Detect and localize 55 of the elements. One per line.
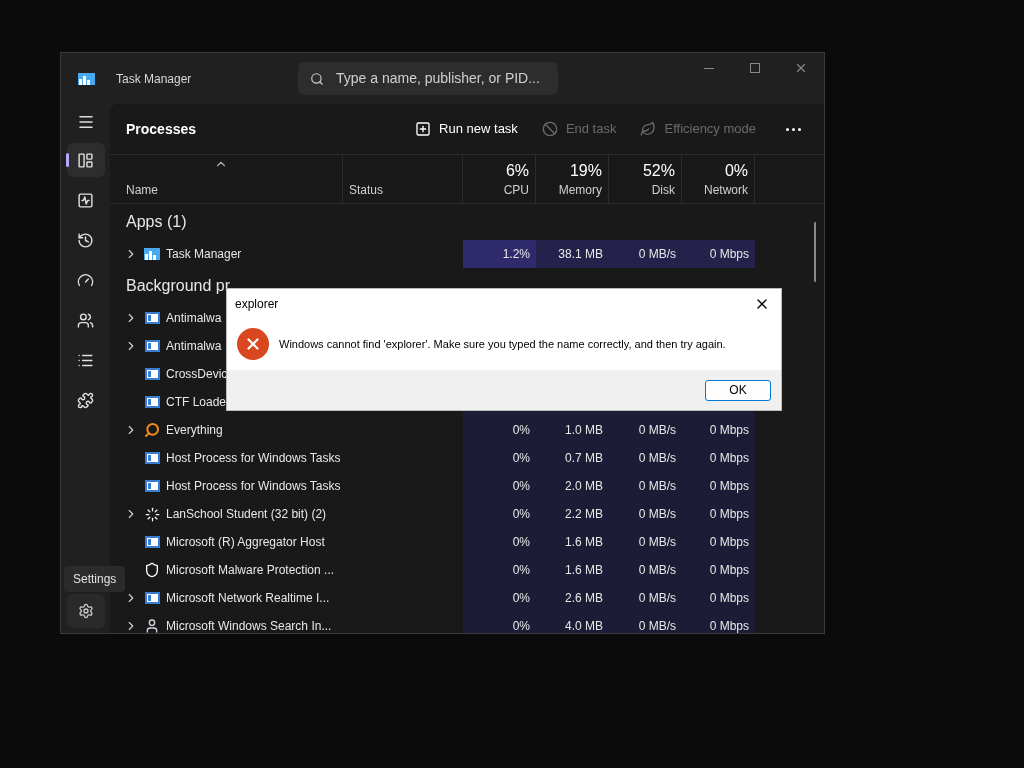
- usage-cell-text: 0%: [512, 618, 530, 633]
- usage-cell-text: 0 MB/s: [638, 450, 676, 467]
- process-name: Antimalwa: [166, 338, 222, 355]
- usage-cell-text: 0%: [512, 590, 530, 607]
- usage-cell-text: 0 MB/s: [638, 534, 676, 551]
- process-name: Task Manager: [166, 246, 242, 263]
- usage-cell-text: 0.7 MB: [565, 450, 603, 467]
- usage-cell-text: 0%: [512, 422, 530, 439]
- group-heading: Apps (1): [126, 212, 187, 232]
- process-name: Host Process for Windows Tasks: [166, 478, 341, 495]
- usage-cell-text: 0%: [512, 534, 530, 551]
- process-name: Everything: [166, 422, 223, 439]
- page-title: Processes: [126, 119, 197, 139]
- process-name: Microsoft Windows Search In...: [166, 618, 332, 633]
- process-name: Antimalwa: [166, 310, 222, 327]
- usage-cell-text: 0 MB/s: [638, 246, 676, 263]
- process-name: Microsoft (R) Aggregator Host: [166, 534, 325, 551]
- usage-cell-text: 0 Mbps: [709, 506, 749, 523]
- usage-cell-text: 0 Mbps: [709, 478, 749, 495]
- usage-cell-text: 0 MB/s: [638, 478, 676, 495]
- process-name: Host Process for Windows Tasks: [166, 450, 341, 467]
- usage-cell-text: 2.2 MB: [565, 506, 603, 523]
- usage-cell-text: 0 MB/s: [638, 562, 676, 579]
- process-name: Microsoft Malware Protection ...: [166, 562, 335, 579]
- usage-cell-text: 1.0 MB: [565, 422, 603, 439]
- usage-cell-text: 1.2%: [502, 246, 530, 263]
- process-name: Microsoft Network Realtime I...: [166, 590, 330, 607]
- error-message: Windows cannot find 'explorer'. Make sure you typed the name correctly, and then try again.: [279, 336, 726, 352]
- process-name: CrossDevic: [166, 366, 228, 383]
- usage-cell-text: 2.0 MB: [565, 478, 603, 495]
- dialog-title: explorer: [235, 295, 279, 313]
- process-name: LanSchool Student (32 bit) (2): [166, 506, 327, 523]
- usage-cell-text: 0 Mbps: [709, 562, 749, 579]
- usage-cell-text: 4.0 MB: [565, 618, 603, 633]
- usage-cell-text: 0 MB/s: [638, 590, 676, 607]
- usage-cell-text: 0%: [512, 506, 530, 523]
- window-title: Task Manager: [116, 70, 193, 88]
- usage-cell-text: 1.6 MB: [565, 562, 603, 579]
- usage-cell-text: 0 MB/s: [638, 618, 676, 633]
- usage-cell-text: 0%: [512, 478, 530, 495]
- usage-cell-text: 0 MB/s: [638, 422, 676, 439]
- usage-cell-text: 38.1 MB: [558, 246, 603, 263]
- process-name: CTF Loade: [166, 394, 227, 411]
- usage-cell-text: 0%: [512, 562, 530, 579]
- usage-cell-text: 0 MB/s: [638, 506, 676, 523]
- usage-cell-text: 0 Mbps: [709, 618, 749, 633]
- usage-cell-text: 0 Mbps: [709, 246, 749, 263]
- usage-cell-text: 1.6 MB: [565, 534, 603, 551]
- usage-cell-text: 0 Mbps: [709, 422, 749, 439]
- usage-cell-text: 0 Mbps: [709, 590, 749, 607]
- usage-cell-text: 0%: [512, 450, 530, 467]
- usage-cell-text: 2.6 MB: [565, 590, 603, 607]
- usage-cell-text: 0 Mbps: [709, 534, 749, 551]
- usage-cell-text: 0 Mbps: [709, 450, 749, 467]
- settings-tooltip: Settings: [64, 566, 126, 592]
